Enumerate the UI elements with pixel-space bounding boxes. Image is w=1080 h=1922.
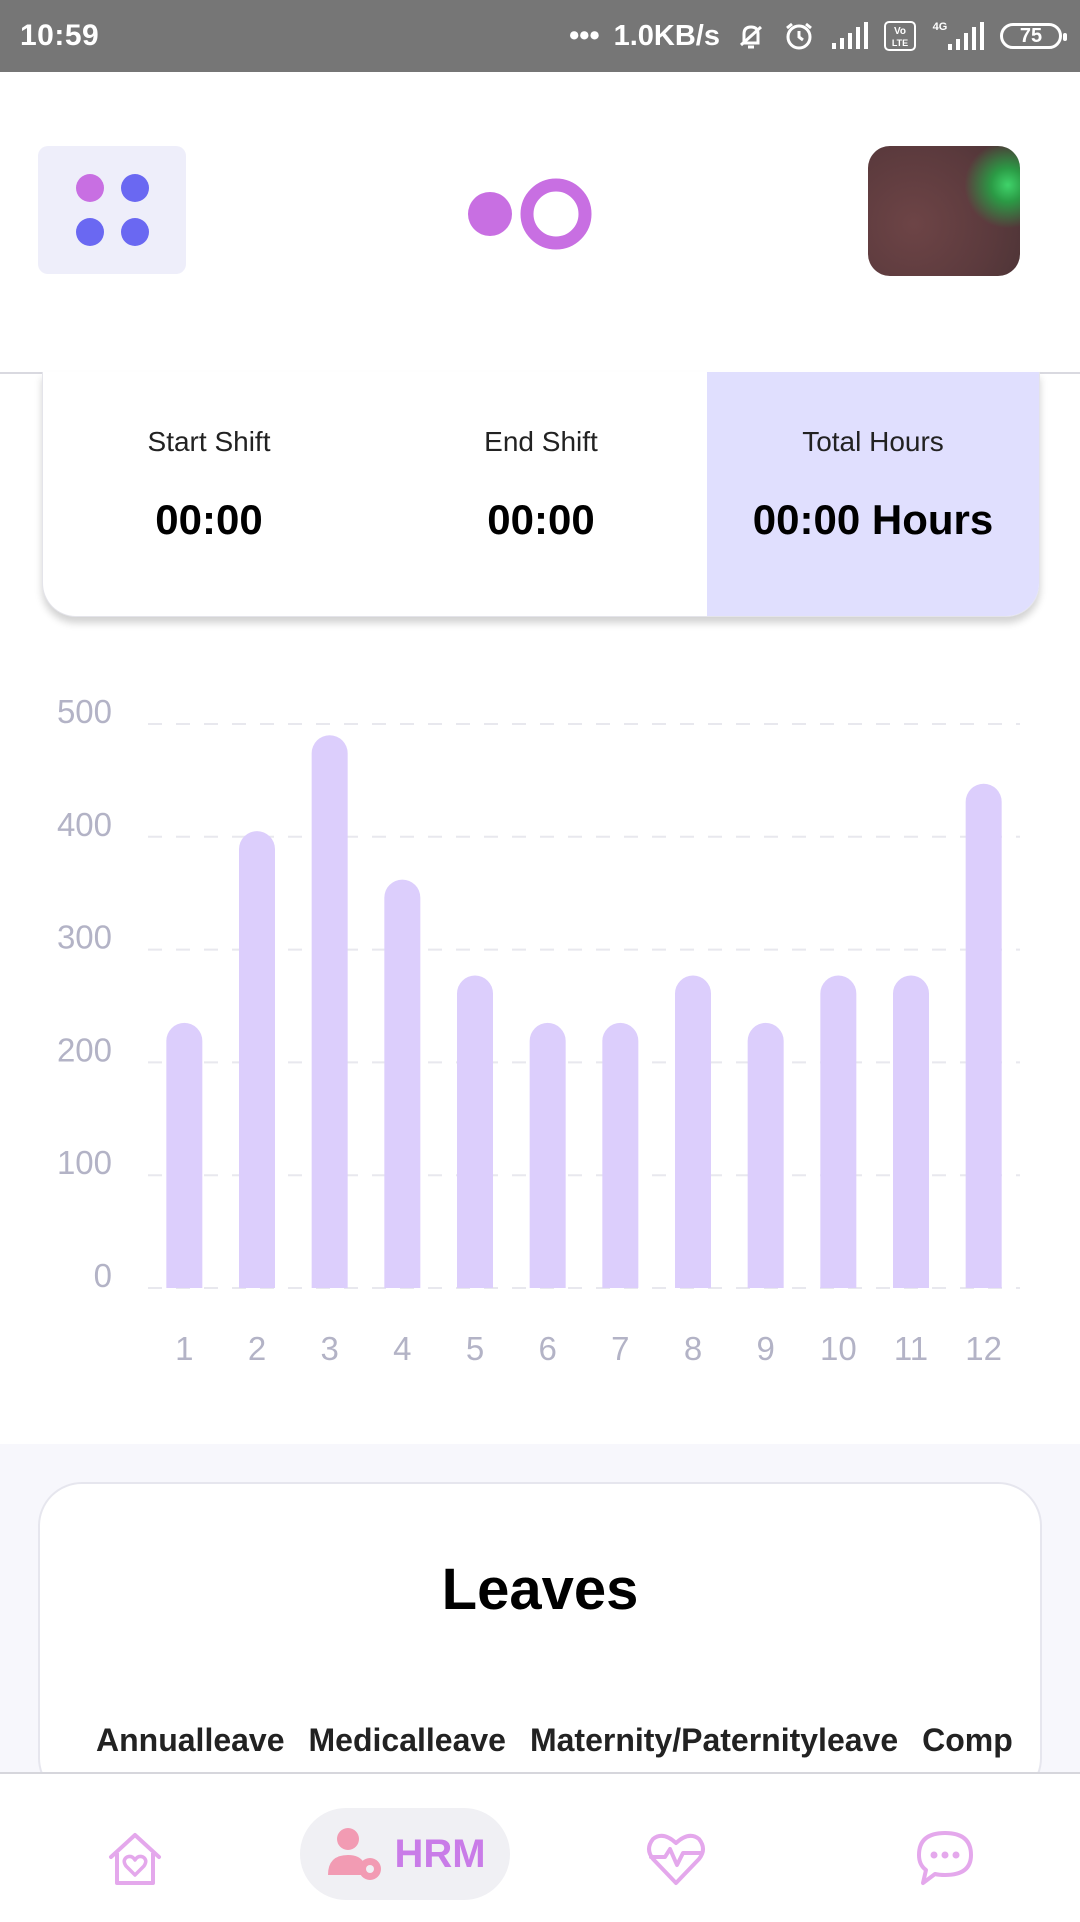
signal-icon [832,22,868,49]
nav-hrm[interactable]: HRM [300,1808,510,1900]
x-tick-label: 6 [538,1330,556,1367]
battery-indicator: 75 [1000,23,1067,49]
signal-4g-icon: 4G [933,21,984,50]
x-tick-label: 1 [175,1330,193,1367]
svg-text:LTE: LTE [892,38,908,48]
x-tick-label: 12 [965,1330,1002,1367]
x-tick-label: 11 [894,1330,928,1367]
x-tick-label: 7 [611,1330,629,1367]
bar-2 [239,831,275,1288]
bottom-navigation: HRM [0,1772,1080,1922]
y-tick-label: 0 [94,1257,112,1294]
x-tick-label: 9 [756,1330,774,1367]
start-shift: Start Shift 00:00 [43,372,375,616]
bar-3 [311,735,348,1288]
bar-10 [820,975,857,1288]
bar-5 [457,975,493,1288]
bar-7 [602,1022,639,1288]
y-tick-label: 300 [57,919,112,956]
heartbeat-icon [647,1833,705,1885]
y-tick-label: 100 [57,1144,112,1181]
start-shift-value: 00:00 [155,496,263,543]
x-tick-label: 10 [820,1330,857,1367]
user-gear-icon [328,1828,382,1880]
bar-12 [965,783,1002,1288]
leaves-card: Leaves Annualleave Medicalleave Maternit… [38,1482,1042,1802]
start-shift-label: Start Shift [147,426,271,457]
y-tick-label: 400 [57,806,112,843]
bar-6 [529,1022,566,1288]
total-hours-label: Total Hours [802,426,944,457]
y-tick-label: 200 [57,1031,112,1068]
total-hours: Total Hours 00:00 Hours [707,372,1039,616]
x-tick-label: 5 [466,1330,484,1367]
end-shift-label: End Shift [484,426,598,457]
dot [76,218,104,246]
avatar[interactable] [868,146,1020,276]
app-logo [468,178,592,250]
y-tick-label: 500 [57,693,112,730]
leaves-title: Leaves [441,1557,639,1622]
bar-1 [166,1022,203,1288]
end-shift-value: 00:00 [487,496,595,543]
hours-bar-chart: 0 100 200 300 400 500 1 2 3 4 5 6 7 8 9 10 11 12 [0,660,1080,1380]
grid-dots-icon[interactable] [38,146,186,274]
network-speed: 1.0KB/s [613,19,720,52]
bar-chart-svg: 01002003004005001 2 3 4 5 6 7 8 9 10 11 12 [57,693,1020,1367]
bar-8 [675,975,711,1288]
nav-health[interactable] [640,1822,712,1894]
app-header [0,72,1080,374]
x-tick-label: 3 [320,1330,338,1367]
leave-type-annual[interactable]: Annualleave [96,1722,285,1759]
volte-icon: Vo LTE [884,21,916,51]
leave-type-maternity[interactable]: Maternity/Paternityleave [530,1722,898,1759]
home-heart-icon [109,1833,161,1885]
mute-bell-icon [739,25,763,49]
dot [121,218,149,246]
leave-types: Annualleave Medicalleave Maternity/Pater… [96,1722,1013,1759]
bar-9 [747,1022,784,1288]
chat-bubble-icon [917,1831,973,1885]
dot [76,174,104,202]
bar-4 [384,879,421,1288]
nav-chat[interactable] [910,1822,980,1892]
end-shift: End Shift 00:00 [375,372,707,616]
leave-type-comp[interactable]: Comp [922,1722,1013,1759]
x-tick-label: 4 [393,1330,411,1367]
bar-11 [893,975,929,1288]
svg-text:4G: 4G [933,21,948,33]
leave-type-medical[interactable]: Medicalleave [309,1722,506,1759]
shift-summary-card: Start Shift 00:00 End Shift 00:00 Total … [42,372,1040,617]
total-hours-value: 00:00 Hours [752,496,994,543]
svg-text:Vo: Vo [894,26,906,37]
x-tick-label: 8 [684,1330,702,1367]
status-bar: 10:59 ••• 1.0KB/s Vo LTE 4G 75 [0,0,1080,72]
nav-home[interactable] [100,1824,170,1894]
nav-hrm-label: HRM [394,1831,486,1876]
x-tick-label: 2 [248,1330,266,1367]
more-dots-icon: ••• [569,19,600,52]
status-time: 10:59 [20,19,100,52]
alarm-icon [786,22,812,50]
dot [121,174,149,202]
status-icons: ••• 1.0KB/s Vo LTE 4G 75 [569,19,1067,53]
